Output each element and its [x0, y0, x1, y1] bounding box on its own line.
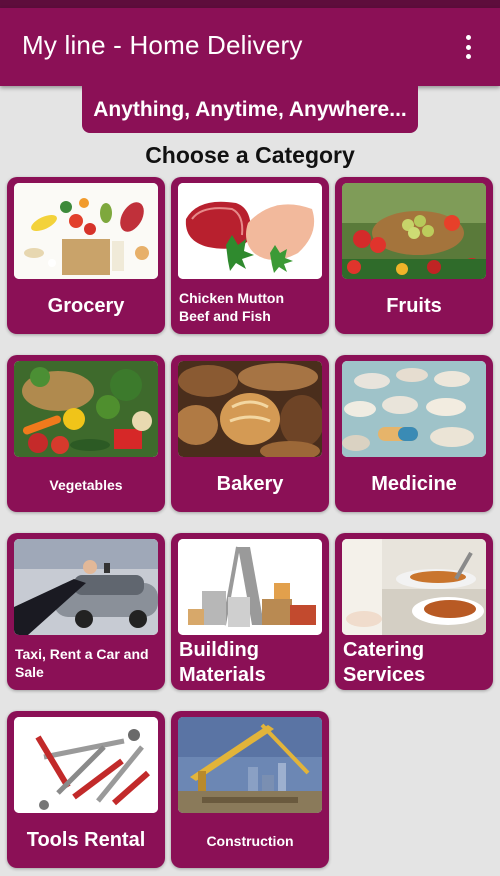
fruits-image	[342, 183, 486, 279]
category-label: Tools Rental	[26, 829, 146, 851]
category-label: Building Materials	[179, 638, 266, 686]
category-label: Vegetables	[49, 476, 123, 493]
tools-image	[14, 717, 158, 813]
category-label: Construction	[206, 832, 294, 849]
bakery-image	[178, 361, 322, 457]
app-bar: My line - Home Delivery	[0, 8, 500, 86]
category-card-meat[interactable]: Chicken Mutton Beef and Fish	[171, 177, 329, 334]
category-label: Catering Services	[343, 638, 426, 686]
category-card-tools[interactable]: Tools Rental	[7, 711, 165, 868]
meat-image	[178, 183, 322, 279]
category-label: Bakery	[216, 473, 284, 495]
construction-image	[178, 717, 322, 813]
app-title: My line - Home Delivery	[22, 30, 303, 60]
medicine-image	[342, 361, 486, 457]
category-label: Taxi, Rent a Car and Sale	[15, 645, 149, 680]
category-label: Grocery	[47, 295, 125, 317]
category-card-construction[interactable]: Construction	[171, 711, 329, 868]
category-card-medicine[interactable]: Medicine	[335, 355, 493, 512]
category-card-bakery[interactable]: Bakery	[171, 355, 329, 512]
category-card-taxi[interactable]: Taxi, Rent a Car and Sale	[7, 533, 165, 690]
grocery-image	[14, 183, 158, 279]
catering-image	[342, 539, 486, 635]
category-label: Fruits	[386, 295, 442, 317]
tagline-banner: Anything, Anytime, Anywhere...	[82, 86, 418, 133]
category-card-vegetables[interactable]: Vegetables	[7, 355, 165, 512]
category-label: Chicken Mutton Beef and Fish	[179, 289, 284, 324]
vegetables-image	[14, 361, 158, 457]
status-bar	[0, 0, 500, 8]
taxi-image	[14, 539, 158, 635]
category-card-grocery[interactable]: Grocery	[7, 177, 165, 334]
building-materials-image	[178, 539, 322, 635]
category-card-building-materials[interactable]: Building Materials	[171, 533, 329, 690]
category-card-catering[interactable]: Catering Services	[335, 533, 493, 690]
more-vert-icon[interactable]	[454, 32, 482, 62]
category-card-fruits[interactable]: Fruits	[335, 177, 493, 334]
category-label: Medicine	[371, 473, 457, 495]
section-heading: Choose a Category	[145, 142, 355, 168]
